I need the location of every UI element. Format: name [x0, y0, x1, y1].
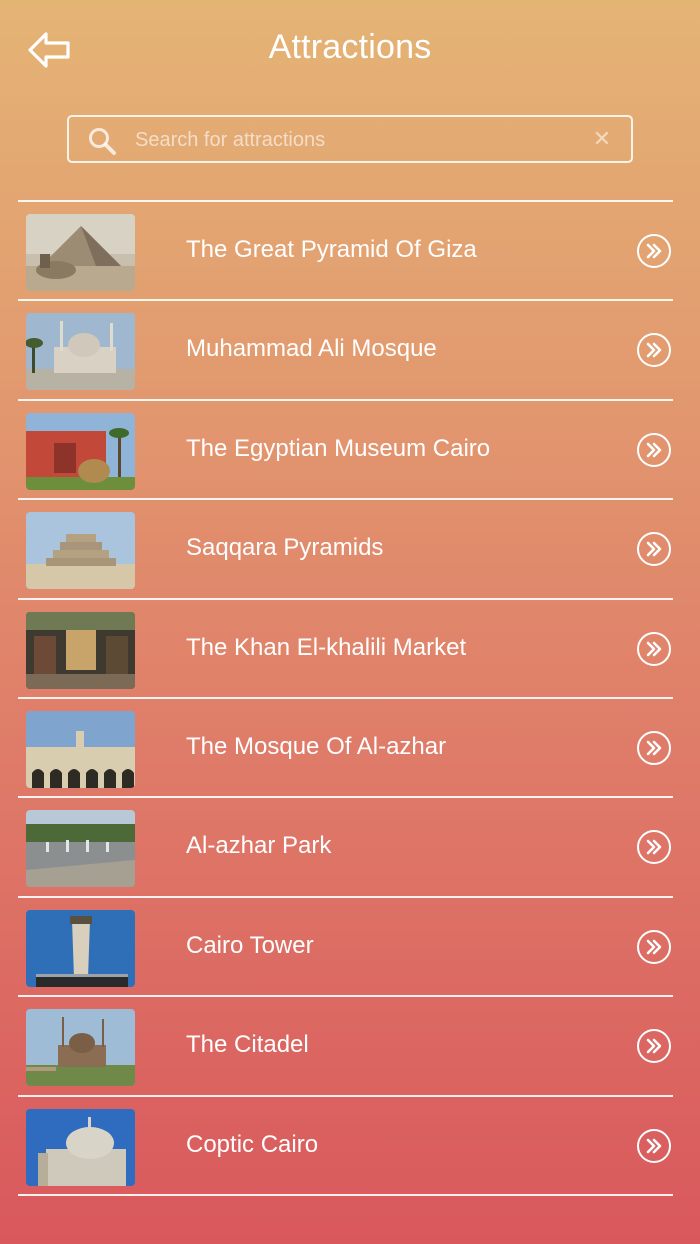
search-input[interactable] — [135, 125, 575, 155]
search-icon — [87, 126, 117, 156]
list-item-label: The Egyptian Museum Cairo — [186, 434, 491, 462]
pyramid-thumbnail — [26, 214, 135, 291]
dome-thumbnail — [26, 1108, 135, 1186]
double-chevron-right-icon[interactable] — [637, 432, 671, 467]
market-thumbnail — [26, 611, 135, 689]
list-item-label: The Mosque Of Al-azhar — [186, 732, 447, 760]
double-chevron-right-icon[interactable] — [637, 730, 671, 765]
double-chevron-right-icon[interactable] — [637, 532, 671, 567]
page-title: Attractions — [268, 28, 432, 66]
double-chevron-right-icon[interactable] — [637, 631, 671, 666]
mosque-thumbnail — [26, 313, 135, 391]
tower-thumbnail — [26, 909, 135, 987]
list-item[interactable]: Coptic Cairo — [18, 1097, 673, 1196]
list-item-label: Coptic Cairo — [186, 1130, 319, 1158]
step-pyramid-thumbnail — [26, 512, 135, 590]
list-item[interactable]: The Egyptian Museum Cairo — [18, 401, 673, 501]
list-item-label: Cairo Tower — [186, 931, 314, 959]
park-thumbnail — [26, 810, 135, 888]
clear-icon[interactable]: ✕ — [591, 127, 613, 151]
museum-thumbnail — [26, 412, 135, 490]
double-chevron-right-icon[interactable] — [637, 1128, 671, 1163]
double-chevron-right-icon[interactable] — [637, 929, 671, 964]
citadel-thumbnail — [26, 1009, 135, 1087]
list-item[interactable]: Saqqara Pyramids — [18, 500, 673, 600]
list-item-label: Saqqara Pyramids — [186, 534, 384, 562]
search-bar[interactable]: ✕ — [67, 115, 633, 163]
list-item[interactable]: Muhammad Ali Mosque — [18, 301, 673, 401]
list-item-label: The Great Pyramid Of Giza — [186, 236, 477, 263]
list-item[interactable]: The Khan El-khalili Market — [18, 600, 673, 699]
arcade-thumbnail — [26, 710, 135, 788]
list-item-label: The Citadel — [186, 1031, 309, 1059]
list-item-label: Muhammad Ali Mosque — [186, 335, 437, 363]
list-item[interactable]: The Great Pyramid Of Giza — [18, 202, 673, 302]
list-item[interactable]: Al-azhar Park — [18, 798, 673, 898]
list-item[interactable]: The Citadel — [18, 997, 673, 1097]
header: Attractions — [0, 0, 700, 100]
double-chevron-right-icon[interactable] — [637, 830, 671, 865]
double-chevron-right-icon[interactable] — [637, 1029, 671, 1064]
double-chevron-right-icon[interactable] — [637, 234, 671, 268]
list-item-label: Al-azhar Park — [186, 832, 332, 860]
list-item[interactable]: Cairo Tower — [18, 898, 673, 998]
list-item-label: The Khan El-khalili Market — [186, 633, 467, 661]
attractions-list: The Great Pyramid Of Giza Muhammad Ali M… — [18, 200, 673, 1196]
double-chevron-right-icon[interactable] — [637, 333, 671, 368]
list-item[interactable]: The Mosque Of Al-azhar — [18, 699, 673, 799]
